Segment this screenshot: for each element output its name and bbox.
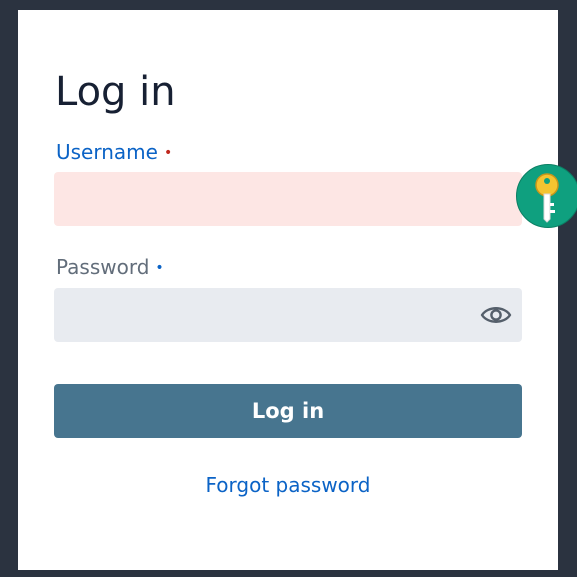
username-input[interactable] bbox=[54, 172, 522, 226]
page-title: Log in bbox=[55, 69, 176, 115]
password-label-text: Password bbox=[56, 255, 150, 279]
password-manager-button[interactable] bbox=[516, 164, 577, 228]
required-indicator: • bbox=[163, 145, 173, 161]
username-label: Username • bbox=[56, 139, 172, 168]
username-label-text: Username bbox=[56, 140, 158, 164]
password-input[interactable] bbox=[54, 288, 522, 342]
eye-icon[interactable] bbox=[480, 301, 512, 329]
required-indicator: • bbox=[155, 260, 164, 276]
login-card: Log in Username • Password • Log in Forgot… bbox=[18, 10, 558, 570]
forgot-password-link[interactable]: Forgot password bbox=[54, 473, 522, 497]
password-label: Password • bbox=[56, 254, 164, 283]
password-field[interactable] bbox=[54, 288, 522, 342]
login-button[interactable]: Log in bbox=[54, 384, 522, 438]
username-field[interactable] bbox=[54, 172, 522, 226]
